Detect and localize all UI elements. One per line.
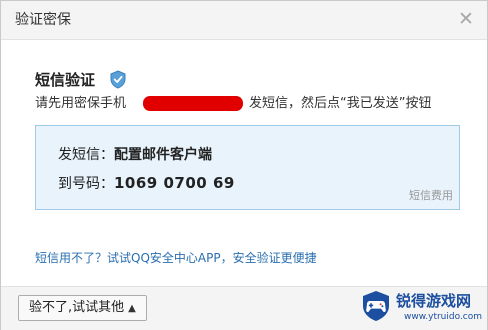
sms-number-label: 到号码： <box>58 176 114 192</box>
sms-number-value: 1069 0700 69 <box>114 174 235 192</box>
instruction-suffix: 发短信，然后点“我已发送”按钮 <box>249 96 432 111</box>
caret-up-icon: ▲ <box>128 303 136 314</box>
watermark-name: 锐得游戏网 <box>396 292 472 310</box>
redacted-phone-number <box>143 96 243 111</box>
instruction-prefix: 请先用密保手机 <box>35 96 127 111</box>
shield-check-icon <box>110 70 126 89</box>
watermark-url: www.ytruido.com <box>404 312 483 322</box>
dialog-title: 验证密保 <box>15 12 71 28</box>
close-icon[interactable]: ✕ <box>456 9 476 29</box>
try-qq-security-app-link[interactable]: 短信用不了？试试QQ安全中心APP，安全验证更便捷 <box>35 250 317 266</box>
sms-fee-note: 短信费用 <box>409 189 453 202</box>
sms-info-box: 发短信：配置邮件客户端 到号码：1069 0700 69 短信费用 <box>35 125 460 210</box>
sms-content-value: 配置邮件客户端 <box>114 147 212 163</box>
try-other-method-button[interactable]: 验不了,试试其他 ▲ <box>18 295 147 321</box>
gamepad-logo-icon <box>363 291 389 321</box>
site-watermark: 锐得游戏网 www.ytruido.com <box>360 290 486 328</box>
sms-content-row: 发短信：配置邮件客户端 <box>58 146 212 164</box>
sms-verify-heading: 短信验证 <box>35 71 96 89</box>
sms-number-row: 到号码：1069 0700 69 <box>58 173 235 194</box>
sms-content-label: 发短信： <box>58 147 114 163</box>
verify-security-dialog: 验证密保 ✕ 短信验证 请先用密保手机 发短信，然后点“我已发送”按钮 发短信：… <box>0 0 488 330</box>
try-other-method-label: 验不了,试试其他 <box>29 300 125 315</box>
dialog-titlebar: 验证密保 ✕ <box>1 1 487 40</box>
